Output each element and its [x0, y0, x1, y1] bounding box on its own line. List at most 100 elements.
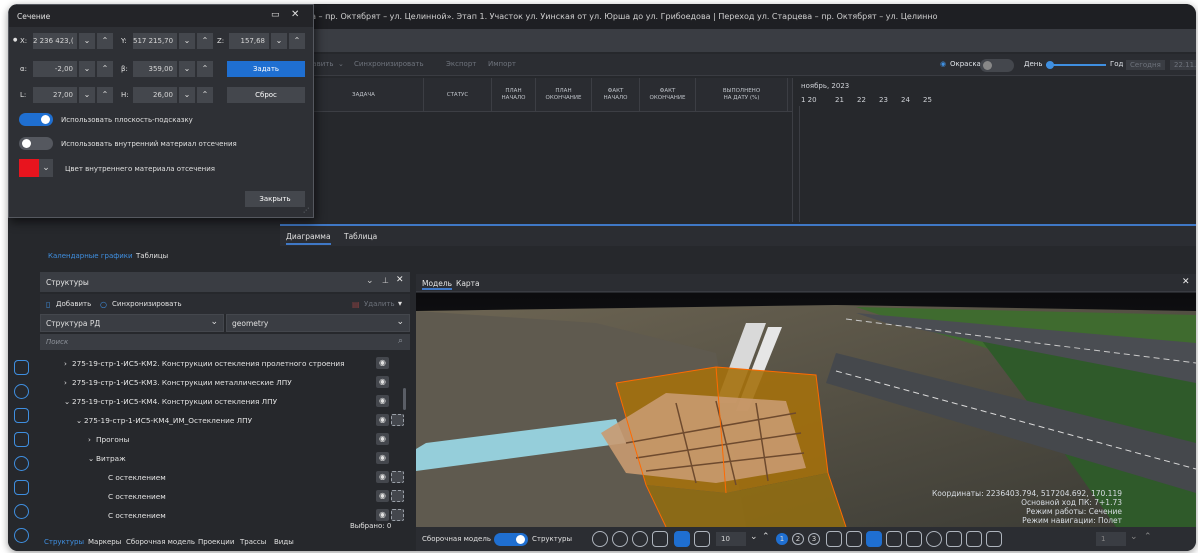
tab-projections[interactable]: Проекции	[198, 538, 234, 546]
isolate-icon[interactable]	[391, 490, 404, 502]
chevron-down-icon[interactable]: ⌄	[271, 33, 287, 49]
half-icon[interactable]	[926, 531, 942, 547]
gear-icon[interactable]	[14, 528, 29, 543]
measure-icon[interactable]	[886, 531, 902, 547]
dropdown-icon[interactable]: ▾	[398, 299, 402, 308]
date-field[interactable]: 22.11.20	[1170, 60, 1196, 70]
add-button[interactable]: Добавить	[56, 300, 91, 308]
close-icon[interactable]: ✕	[1182, 277, 1190, 287]
chevron-down-icon[interactable]: ⌄	[79, 33, 95, 49]
tree-arrow[interactable]: ⌄	[64, 397, 70, 406]
eye-icon[interactable]: ◉	[376, 433, 389, 445]
text-icon[interactable]	[652, 531, 668, 547]
chevron-down-icon[interactable]: ⌄	[79, 87, 95, 103]
x-field[interactable]: 2 236 423,(	[33, 33, 77, 49]
chevron-down-icon[interactable]: ⌄	[750, 532, 758, 542]
tab-markers[interactable]: Маркеры	[88, 538, 121, 546]
zoom-field[interactable]: 10	[716, 532, 746, 546]
chevron-up-icon[interactable]: ⌃	[197, 87, 213, 103]
eye-icon[interactable]: ◉	[376, 471, 389, 483]
section-tool-icon[interactable]	[826, 531, 842, 547]
isolate-icon[interactable]	[391, 471, 404, 483]
chevron-up-icon[interactable]: ⌃	[197, 33, 213, 49]
camera-icon[interactable]	[966, 531, 982, 547]
gantt-sync-button[interactable]: Синхронизировать	[354, 60, 424, 68]
chevron-down-icon[interactable]: ⌄	[366, 276, 374, 286]
walk-icon[interactable]	[694, 531, 710, 547]
mail-icon[interactable]	[14, 408, 29, 423]
z-field[interactable]: 157,68	[229, 33, 269, 49]
height-icon[interactable]	[906, 531, 922, 547]
calendar-icon[interactable]	[14, 480, 29, 495]
search-input[interactable]: Поиск ⌕	[40, 334, 410, 350]
tab-diagram[interactable]: Диаграмма	[286, 232, 331, 245]
right-value-field[interactable]: 1	[1096, 532, 1126, 546]
chevron-up-icon[interactable]: ⌃	[97, 33, 113, 49]
tree-row[interactable]: ⌄ Витраж ◉	[40, 449, 410, 468]
tab-model[interactable]: Модель	[422, 279, 453, 290]
maximize-icon[interactable]: ▭	[271, 10, 280, 20]
h-field[interactable]: 26,00	[133, 87, 177, 103]
tree-row[interactable]: › Прогоны ◉	[40, 430, 410, 449]
close-button[interactable]: Закрыть	[245, 191, 305, 207]
3d-viewport[interactable]: Координаты: 2236403.794, 517204.692, 170…	[416, 293, 1196, 527]
color-swatch[interactable]	[19, 159, 39, 177]
tab-calendar-schedules[interactable]: Календарные графики	[48, 252, 133, 260]
scale-slider-handle[interactable]	[1046, 61, 1054, 69]
page-1-button[interactable]: 1	[776, 533, 788, 545]
tree-scrollbar[interactable]	[403, 388, 406, 410]
move-icon[interactable]	[632, 531, 648, 547]
tree-arrow[interactable]: ›	[64, 378, 67, 387]
coloring-toggle[interactable]	[980, 59, 1014, 72]
hint-plane-toggle[interactable]	[19, 113, 53, 126]
chevron-down-icon[interactable]: ⌄	[179, 61, 195, 77]
scale-slider[interactable]	[1046, 64, 1106, 66]
eye-icon[interactable]: ◉	[376, 509, 389, 521]
tab-views[interactable]: Виды	[274, 538, 294, 546]
assembly-toggle[interactable]	[494, 533, 528, 546]
delete-button[interactable]: Удалить	[364, 300, 395, 308]
chevron-down-icon[interactable]: ⌄	[1130, 532, 1138, 542]
tree-row[interactable]: ⌄ 275-19-стр-1-ИС5-КМ4_ИМ_Остекление ЛПУ…	[40, 411, 410, 430]
isolate-icon[interactable]	[391, 509, 404, 521]
resize-grip-icon[interactable]: ⋰	[303, 207, 309, 214]
tree-row[interactable]: С остеклением ◉	[40, 468, 410, 487]
chevron-down-icon[interactable]: ⌄	[179, 33, 195, 49]
filter-icon[interactable]	[946, 531, 962, 547]
chevron-down-icon[interactable]: ⌄	[179, 87, 195, 103]
eye-icon[interactable]: ◉	[376, 357, 389, 369]
gantt-export-button[interactable]: Экспорт	[446, 60, 476, 68]
palette-icon[interactable]: ◉	[940, 60, 946, 68]
flight-icon[interactable]	[674, 531, 690, 547]
chevron-up-icon[interactable]: ⌃	[97, 61, 113, 77]
page-2-button[interactable]: 2	[792, 533, 804, 545]
eye-icon[interactable]: ◉	[376, 490, 389, 502]
page-3-button[interactable]: 3	[808, 533, 820, 545]
tree-arrow[interactable]: ⌄	[88, 454, 94, 463]
inner-material-toggle[interactable]	[19, 137, 53, 150]
layers-icon[interactable]	[986, 531, 1002, 547]
today-button[interactable]: Сегодня	[1126, 60, 1165, 70]
chevron-up-icon[interactable]: ⌃	[762, 532, 770, 542]
tab-map[interactable]: Карта	[456, 279, 480, 288]
chevron-up-icon[interactable]: ⌃	[1144, 532, 1152, 542]
eye-icon[interactable]: ◉	[376, 414, 389, 426]
chevron-down-icon[interactable]: ⌄	[79, 61, 95, 77]
clock-icon[interactable]	[14, 456, 29, 471]
apply-button[interactable]: Задать	[227, 61, 305, 77]
chevron-up-icon[interactable]: ⌃	[97, 87, 113, 103]
pin-icon[interactable]: ⊥	[382, 276, 389, 285]
tab-table[interactable]: Таблица	[344, 232, 377, 241]
location-icon[interactable]	[592, 531, 608, 547]
tab-assembly-model[interactable]: Сборочная модель	[126, 538, 195, 546]
eye-icon[interactable]: ◉	[376, 376, 389, 388]
y-field[interactable]: 517 215,70	[133, 33, 177, 49]
tree-row[interactable]: С остеклением ◉	[40, 487, 410, 506]
sync-button[interactable]: Синхронизировать	[112, 300, 182, 308]
document-icon[interactable]	[14, 432, 29, 447]
l-field[interactable]: 27,00	[33, 87, 77, 103]
close-icon[interactable]: ✕	[291, 9, 299, 20]
home-icon[interactable]	[14, 360, 29, 375]
tree-arrow[interactable]: ›	[64, 359, 67, 368]
alpha-field[interactable]: -2,00	[33, 61, 77, 77]
